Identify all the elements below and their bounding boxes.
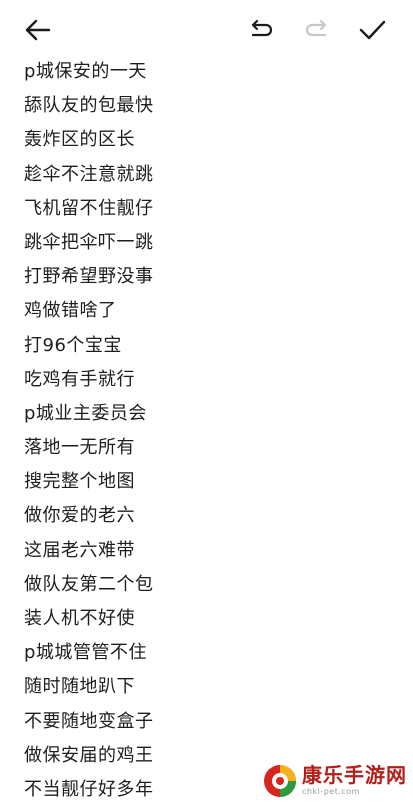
note-line: 吃鸡有手就行 [24,368,135,390]
editor-toolbar [0,0,413,58]
watermark-url: chkl-pet.com [302,787,360,796]
note-line: 这届老六难带 [24,539,135,561]
done-button[interactable] [352,10,392,50]
watermark-title: 康乐手游网 [302,763,407,787]
note-line: 落地一无所有 [24,437,135,459]
note-line: 轰炸区的区长 [24,129,135,151]
note-line: 做队友第二个包 [24,573,154,595]
undo-icon [251,19,273,37]
redo-button[interactable] [297,10,337,50]
note-body[interactable]: p城保安的一天 舔队友的包最快 轰炸区的区长 趁伞不注意就跳 飞机留不住靓仔 跳伞把伞吓一… [24,58,154,810]
note-line: 打96个宝宝 [24,334,122,356]
back-button[interactable] [18,10,58,50]
arrow-left-icon [25,19,51,41]
note-line: 飞机留不住靓仔 [24,197,154,219]
note-line: p城业主委员会 [24,402,147,424]
note-line: 跳伞把伞吓一跳 [24,231,154,253]
note-line: 随时随地趴下 [24,676,135,698]
site-logo-icon [262,763,298,799]
site-watermark: 康乐手游网 chkl-pet.com [262,757,413,804]
note-line: 趁伞不注意就跳 [24,163,154,185]
note-line: 鸡做错啥了 [24,300,117,322]
note-line: p城保安的一天 [24,61,147,82]
note-line: 不要随地变盒子 [24,710,154,732]
note-line: p城城管管不住 [24,642,147,664]
note-line: 不当靓仔好多年 [24,778,154,800]
note-line: 舔队友的包最快 [24,95,154,117]
note-line: 装人机不好使 [24,608,135,629]
note-line: 做你爱的老六 [24,505,135,527]
note-line: 打野希望野没事 [24,266,154,288]
undo-button[interactable] [241,10,281,50]
note-line: 搜完整个地图 [24,471,135,493]
redo-icon [305,19,327,37]
note-line: 做保安届的鸡王 [24,744,154,766]
checkmark-icon [359,20,386,40]
